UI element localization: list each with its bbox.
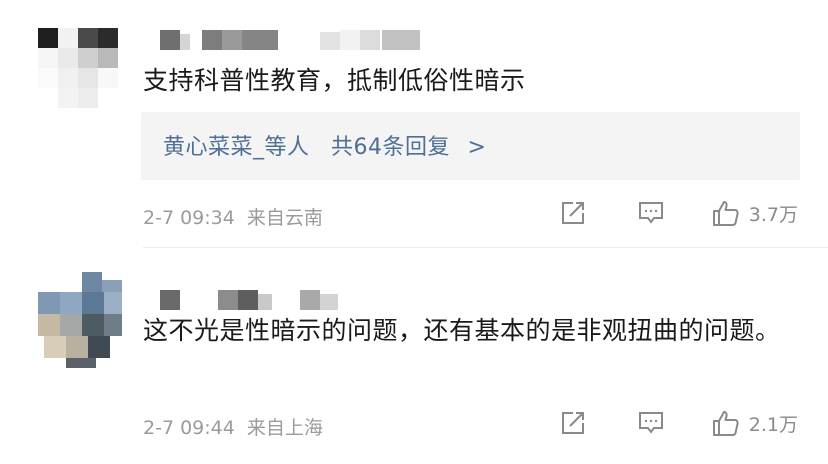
comment-button[interactable] <box>637 199 665 227</box>
avatar[interactable] <box>38 28 118 108</box>
share-button[interactable] <box>559 199 587 227</box>
like-count: 2.1万 <box>748 413 798 436</box>
like-button[interactable]: 2.1万 <box>711 408 798 438</box>
comment-text: 这不光是性暗示的问题，还有基本的是非观扭曲的问题。 <box>143 316 781 345</box>
reply-summary[interactable]: 黄心菜菜_等人 共64条回复 > <box>141 112 800 180</box>
comment-actions: 3.7万 <box>559 198 798 228</box>
comment-icon <box>637 409 665 437</box>
share-icon <box>559 199 587 227</box>
comment-date: 2-7 09:34 <box>143 207 235 229</box>
reply-count[interactable]: 共64条回复 <box>331 135 450 160</box>
comment-actions: 2.1万 <box>559 408 798 438</box>
like-icon <box>711 198 741 228</box>
username[interactable] <box>160 30 420 50</box>
comment-button[interactable] <box>637 409 665 437</box>
comment-icon <box>637 199 665 227</box>
comment-date: 2-7 09:44 <box>143 417 235 439</box>
share-icon <box>559 409 587 437</box>
comment-item: 这不光是性暗示的问题，还有基本的是非观扭曲的问题。 2-7 09:44 来自上海 <box>0 252 828 464</box>
reply-users[interactable]: 黄心菜菜_等人 <box>163 135 310 160</box>
like-button[interactable]: 3.7万 <box>711 198 798 228</box>
divider <box>143 247 828 248</box>
comment-location: 来自上海 <box>246 417 323 439</box>
username[interactable] <box>160 290 350 310</box>
comment-meta: 2-7 09:34 来自云南 <box>143 203 323 230</box>
comment-text: 支持科普性教育，抵制低俗性暗示 <box>143 66 526 95</box>
like-count: 3.7万 <box>748 203 798 226</box>
comment-item: 支持科普性教育，抵制低俗性暗示 黄心菜菜_等人 共64条回复 > 2-7 09:… <box>0 0 828 248</box>
comment-location: 来自云南 <box>246 207 323 229</box>
avatar[interactable] <box>38 272 122 368</box>
like-icon <box>711 408 741 438</box>
share-button[interactable] <box>559 409 587 437</box>
chevron-right-icon: > <box>467 135 487 160</box>
comment-meta: 2-7 09:44 来自上海 <box>143 413 323 440</box>
